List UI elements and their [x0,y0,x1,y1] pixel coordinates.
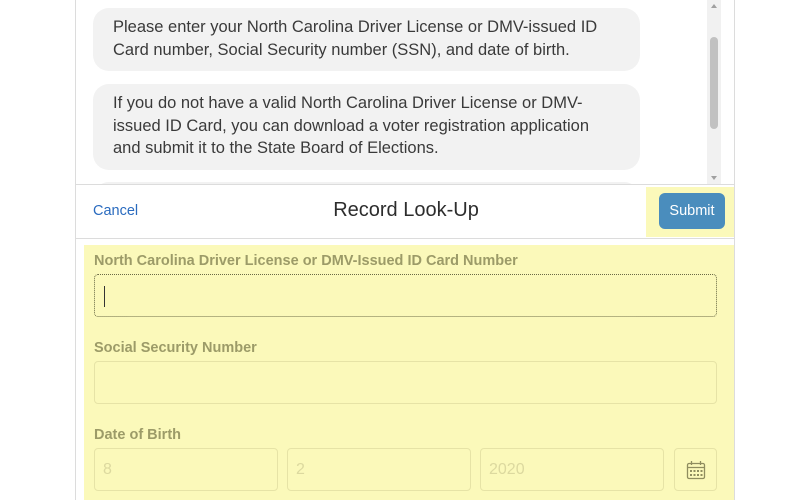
dob-month-input[interactable]: 8 [94,448,278,491]
record-lookup-dialog: Please enter your North Carolina Driver … [75,0,735,500]
scrollbar-thumb[interactable] [710,37,718,129]
dialog-header: Cancel Record Look-Up Submit [76,184,734,239]
lookup-form: North Carolina Driver License or DMV-Iss… [84,245,734,500]
chat-transcript: Please enter your North Carolina Driver … [76,0,721,184]
scroll-up-icon[interactable] [711,4,717,8]
dob-year-input[interactable]: 2020 [480,448,664,491]
date-of-birth-label: Date of Birth [94,427,181,443]
ssn-label: Social Security Number [94,340,257,356]
submit-highlight: Submit [646,187,734,237]
dialog-title: Record Look-Up [333,199,479,221]
page: Please enter your North Carolina Driver … [0,0,800,500]
license-number-label: North Carolina Driver License or DMV-Iss… [94,253,518,269]
dob-day-input[interactable]: 2 [287,448,471,491]
ssn-input[interactable] [94,361,717,404]
chat-scrollbar[interactable] [707,0,721,184]
calendar-button[interactable] [674,448,717,491]
scroll-down-icon[interactable] [711,176,717,180]
submit-button[interactable]: Submit [659,193,725,229]
chat-message: If you do not have a valid North Carolin… [93,84,640,170]
license-number-input[interactable] [94,274,717,317]
text-cursor [104,286,105,307]
chat-message: Please enter your North Carolina Driver … [93,8,640,71]
calendar-icon [686,461,706,480]
